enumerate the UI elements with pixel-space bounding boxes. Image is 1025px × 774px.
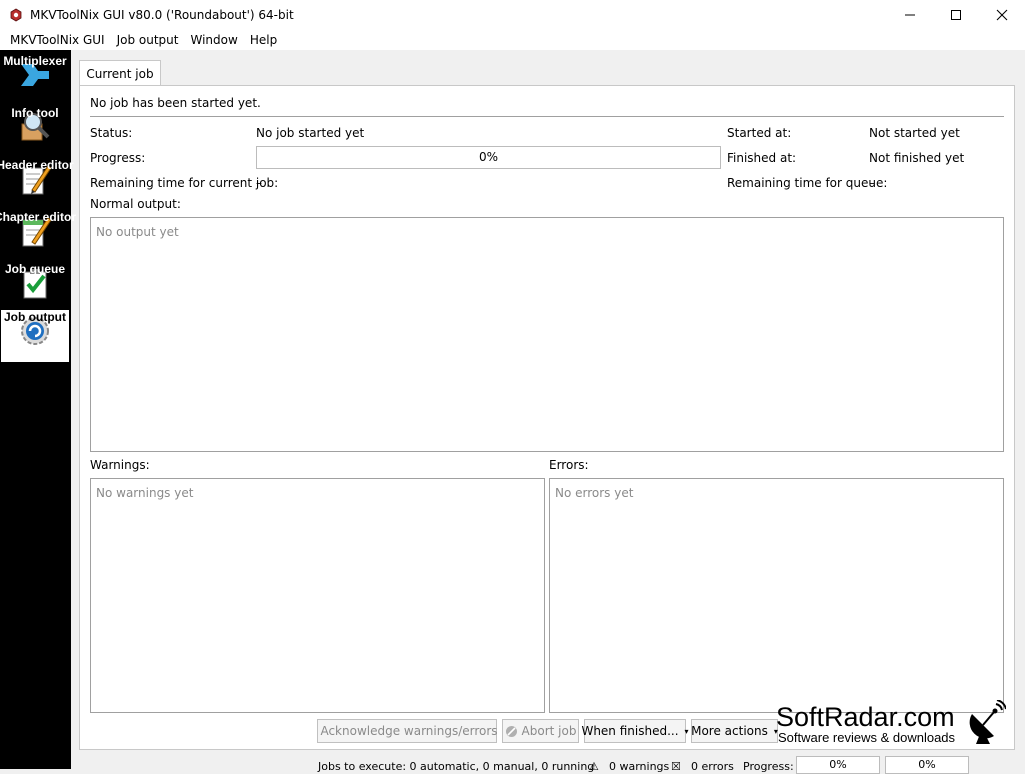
errors-count-text: 0 errors [691, 760, 734, 773]
close-button[interactable] [979, 0, 1025, 30]
error-icon: ☒ [671, 760, 681, 773]
normal-output-textbox[interactable]: No output yet [90, 217, 1004, 452]
sidebar-item-label: Multiplexer [3, 54, 67, 68]
app-icon [8, 7, 24, 23]
minimize-button[interactable] [887, 0, 933, 30]
finished-at-value: Not finished yet [869, 151, 965, 165]
sidebar-item-label: Header editor [0, 158, 74, 172]
warning-icon: ⚠ [589, 760, 599, 773]
normal-output-label: Normal output: [90, 197, 181, 211]
sidebar-item-label: Job output [4, 310, 66, 324]
warnings-placeholder: No warnings yet [96, 486, 194, 500]
progress-label: Progress: [90, 151, 146, 165]
close-icon [996, 9, 1008, 21]
sidebar-item-header-editor[interactable]: Header editor [0, 158, 74, 210]
abort-job-button[interactable]: Abort job [502, 719, 579, 743]
statusbar-progress-current: 0% [796, 756, 880, 774]
normal-output-placeholder: No output yet [96, 225, 179, 239]
tab-current-job[interactable]: Current job [79, 60, 161, 87]
job-header-text: No job has been started yet. [90, 96, 261, 110]
menu-bar: MKVToolNix GUI Job output Window Help [0, 30, 1025, 50]
menu-job-output[interactable]: Job output [111, 30, 185, 50]
job-progress-bar: 0% [256, 146, 721, 169]
errors-label: Errors: [549, 458, 589, 472]
tool-sidebar: Multiplexer Info tool Header editor Chap… [0, 50, 76, 769]
remaining-queue-label: Remaining time for queue: [727, 176, 888, 190]
sidebar-item-chapter-editor[interactable]: Chapter editor [0, 210, 76, 262]
minimize-icon [905, 14, 915, 16]
warnings-count-text: 0 warnings [609, 760, 670, 773]
errors-textbox[interactable]: No errors yet [549, 478, 1004, 713]
softradar-watermark: SoftRadar.com Software reviews & downloa… [776, 700, 1016, 750]
sidebar-item-job-queue[interactable]: Job queue [1, 262, 69, 314]
warnings-textbox[interactable]: No warnings yet [90, 478, 545, 713]
statusbar-progress-label: Progress: [743, 760, 794, 773]
remaining-queue-value: – [869, 176, 875, 190]
started-at-value: Not started yet [869, 126, 960, 140]
current-job-panel: No job has been started yet. Status: No … [79, 85, 1015, 750]
sidebar-item-label: Job queue [4, 262, 65, 276]
title-bar: MKVToolNix GUI v80.0 ('Roundabout') 64-b… [0, 0, 1025, 30]
remaining-current-value: – [256, 176, 262, 190]
finished-at-label: Finished at: [727, 151, 797, 165]
remaining-current-label: Remaining time for current job: [90, 176, 279, 190]
maximize-button[interactable] [933, 0, 979, 30]
more-actions-button[interactable]: More actions ▾ [691, 719, 778, 743]
when-finished-button[interactable]: When finished... ▾ [581, 719, 689, 743]
when-finished-label: When finished... [581, 724, 679, 738]
menu-mkvtoolnix-gui[interactable]: MKVToolNix GUI [0, 30, 111, 50]
abort-label: Abort job [521, 724, 577, 738]
warnings-label: Warnings: [90, 458, 150, 472]
window-title: MKVToolNix GUI v80.0 ('Roundabout') 64-b… [30, 8, 294, 22]
statusbar-progress-total: 0% [885, 756, 969, 774]
satellite-dish-icon [969, 700, 1006, 744]
sidebar-item-label: Info tool [11, 106, 59, 120]
jobs-to-execute-text: Jobs to execute: 0 automatic, 0 manual, … [318, 760, 595, 773]
dropdown-arrow-icon: ▾ [684, 726, 689, 736]
sidebar-item-job-output[interactable]: Job output [1, 310, 69, 362]
abort-icon [505, 725, 517, 737]
status-value: No job started yet [256, 126, 365, 140]
maximize-icon [951, 10, 961, 20]
watermark-subtitle: Software reviews & downloads [778, 730, 956, 745]
errors-placeholder: No errors yet [555, 486, 634, 500]
acknowledge-warnings-button[interactable]: Acknowledge warnings/errors [317, 719, 498, 743]
status-bar: Jobs to execute: 0 automatic, 0 manual, … [71, 752, 1025, 774]
status-label: Status: [90, 126, 133, 140]
sidebar-item-info-tool[interactable]: Info tool [1, 106, 69, 158]
sidebar-item-multiplexer[interactable]: Multiplexer [1, 54, 69, 106]
menu-window[interactable]: Window [185, 30, 244, 50]
menu-help[interactable]: Help [244, 30, 283, 50]
watermark-title: SoftRadar.com [776, 702, 955, 732]
sidebar-item-label: Chapter editor [0, 210, 77, 224]
more-actions-label: More actions [691, 724, 768, 738]
started-at-label: Started at: [727, 126, 792, 140]
header-divider [90, 116, 1004, 117]
acknowledge-label: Acknowledge warnings/errors [320, 724, 498, 738]
